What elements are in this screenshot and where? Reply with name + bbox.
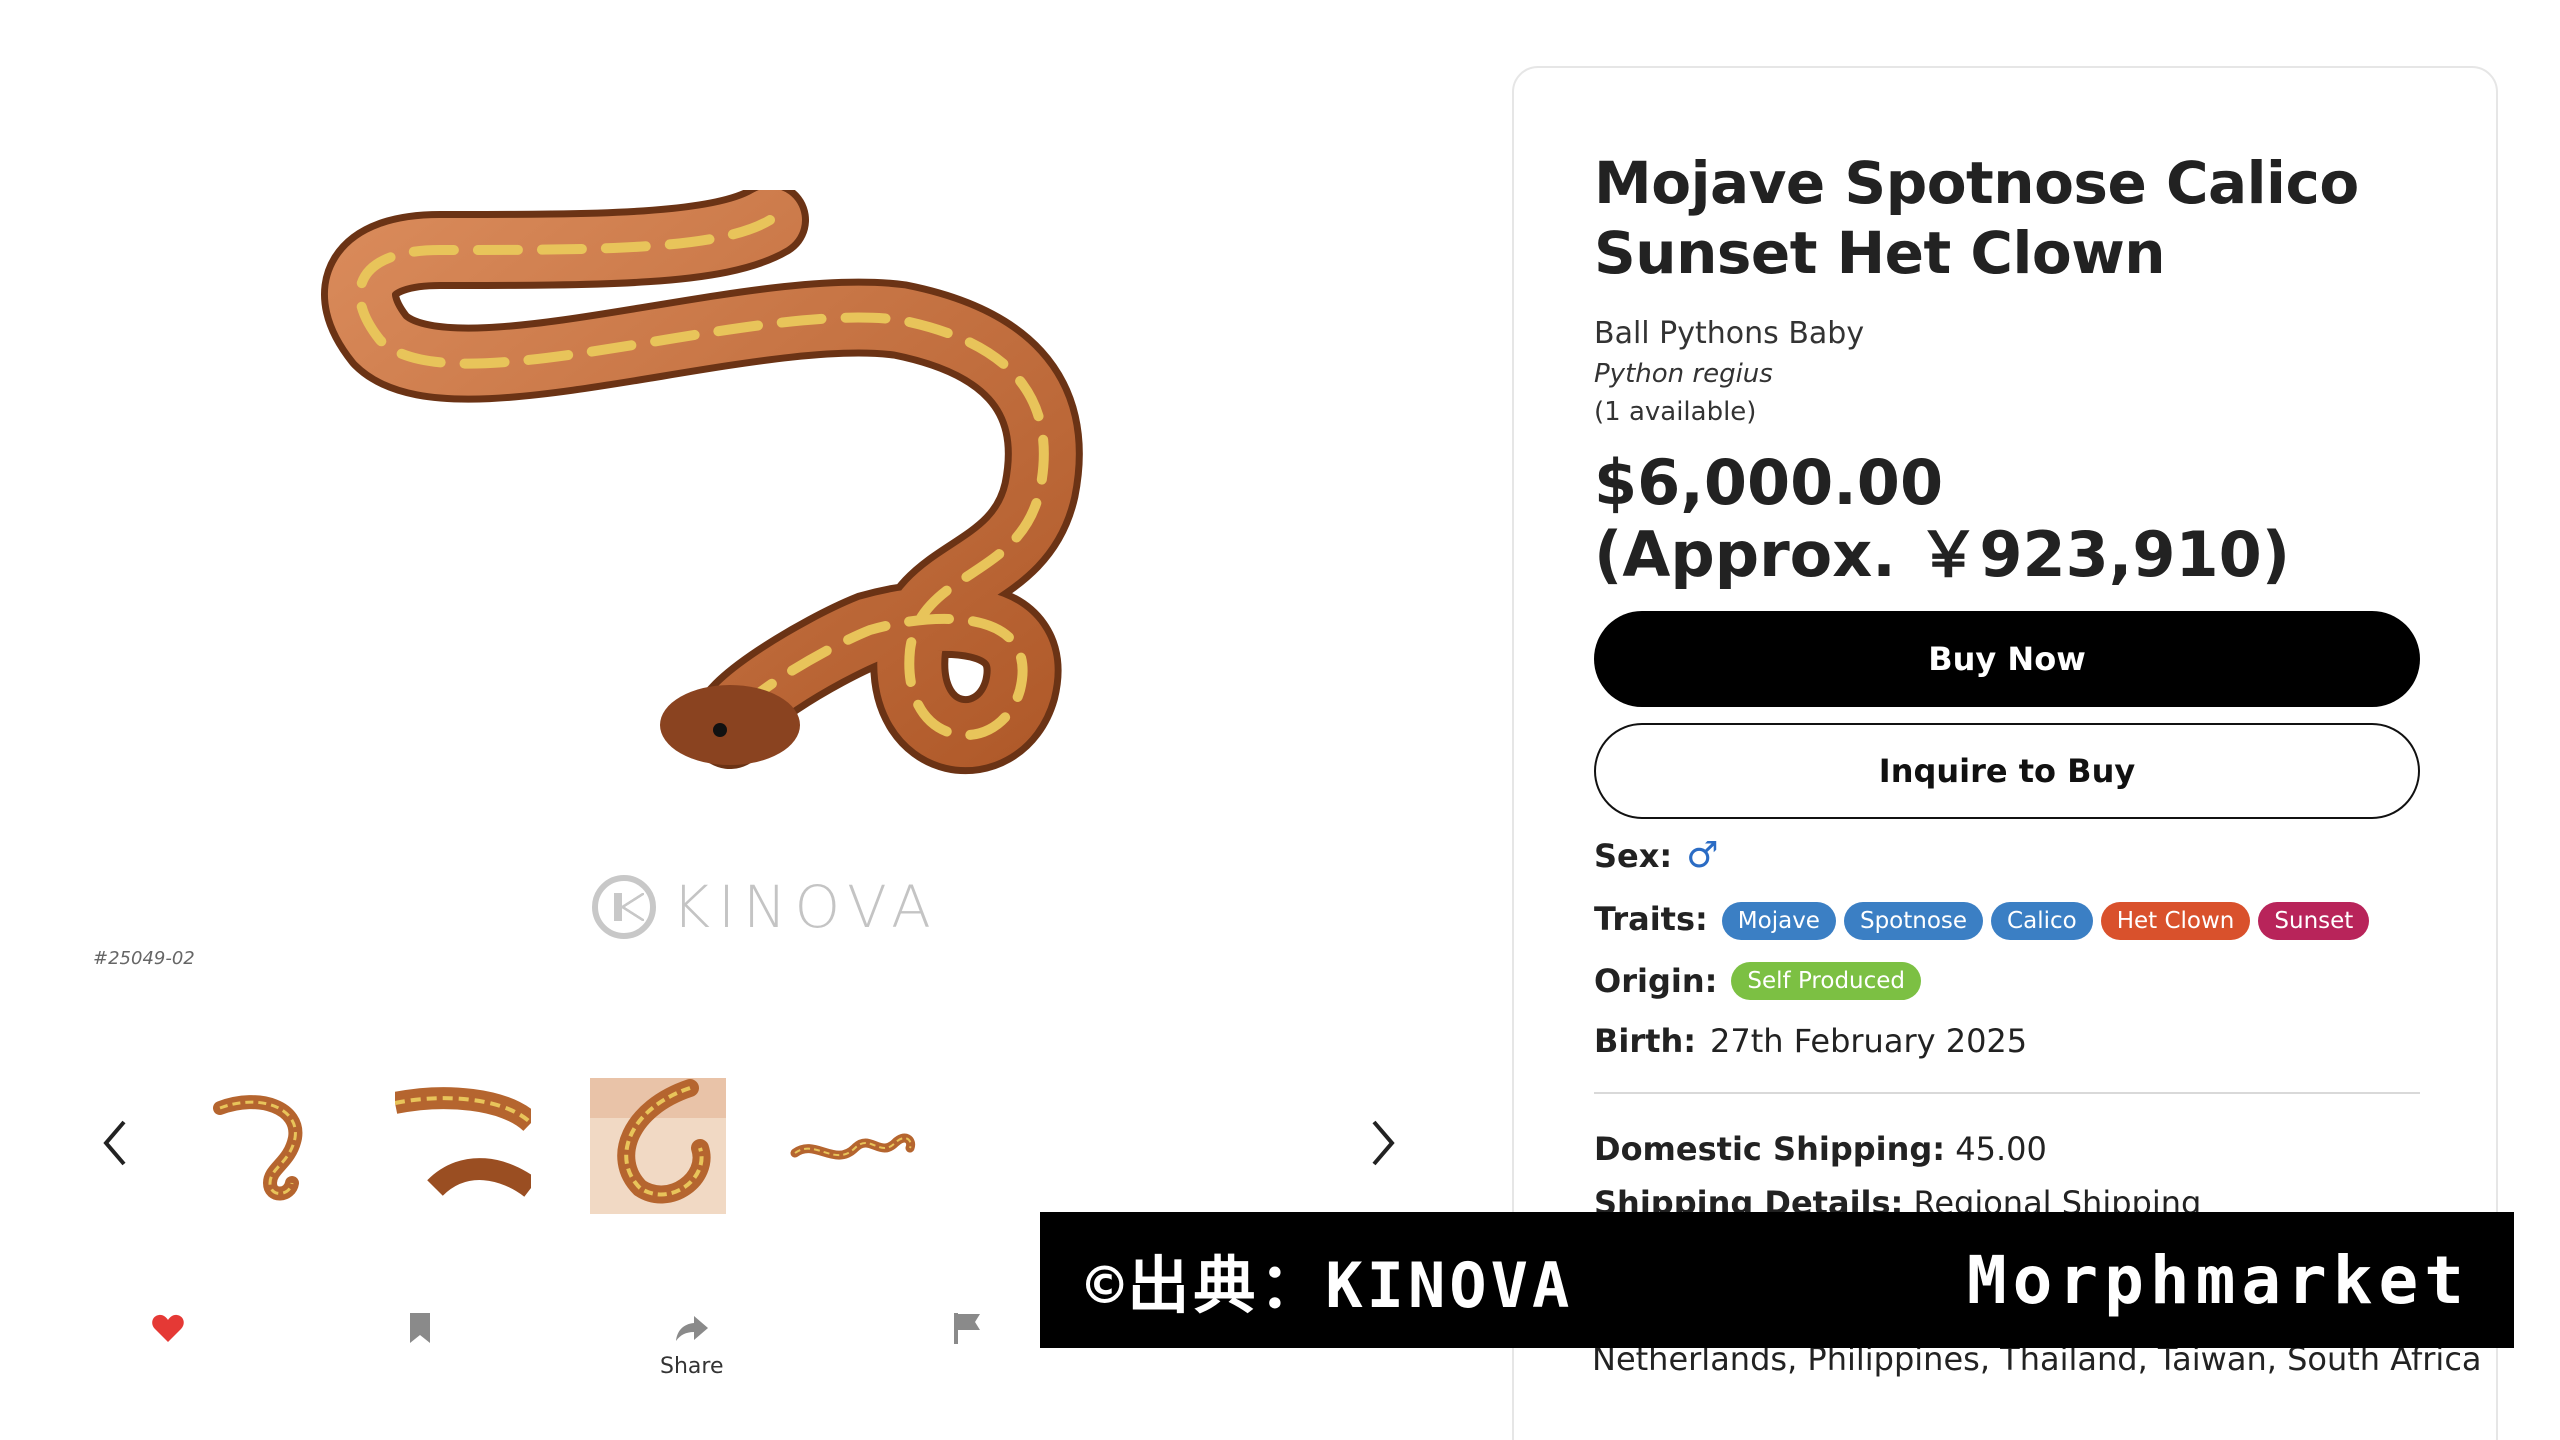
heart-icon xyxy=(152,1314,184,1342)
traits-row: Traits: Mojave Spotnose Calico Het Clown Sun… xyxy=(1594,898,2420,940)
source-banner: ©出典：KINOVA Morphmarket xyxy=(1040,1212,2514,1348)
price-block: $6,000.00 (Approx. ￥923,910) xyxy=(1594,447,2420,591)
price-jpy-approx: (Approx. ￥923,910) xyxy=(1594,518,2291,591)
domestic-shipping-row: Domestic Shipping: 45.00 xyxy=(1594,1130,2420,1168)
kinova-logo-icon xyxy=(592,875,656,939)
watermark-text: KINOVA xyxy=(672,873,939,941)
listing-category: Ball Pythons Baby xyxy=(1594,316,1865,351)
birth-label: Birth: xyxy=(1594,1022,1697,1060)
snake-photo xyxy=(321,181,1083,775)
availability-count: (1 available) xyxy=(1594,397,1757,427)
inquire-to-buy-button[interactable]: Inquire to Buy xyxy=(1594,723,2420,819)
latin-name: Python regius xyxy=(1594,359,1773,389)
thumbnail-1[interactable] xyxy=(200,1078,336,1214)
trait-tag[interactable]: Calico xyxy=(1991,902,2093,940)
origin-row: Origin: Self Produced xyxy=(1594,962,2420,1000)
traits-label: Traits: xyxy=(1594,900,1708,938)
previous-image-button[interactable] xyxy=(90,1108,140,1178)
bookmark-icon xyxy=(410,1313,430,1343)
trait-tag[interactable]: Het Clown xyxy=(2100,902,2251,940)
domestic-shipping-label: Domestic Shipping: xyxy=(1594,1130,1946,1168)
sex-row: Sex: ♂ xyxy=(1594,835,2420,876)
thumbnail-snake-image xyxy=(213,1095,303,1201)
chevron-left-icon xyxy=(103,1120,126,1166)
male-symbol-icon: ♂ xyxy=(1686,835,1719,876)
trait-tag[interactable]: Sunset xyxy=(2258,902,2370,940)
thumbnail-snake-image xyxy=(590,1078,726,1204)
thumbnail-snake-image xyxy=(790,1133,916,1160)
trait-tag[interactable]: Spotnose xyxy=(1843,902,1984,940)
origin-label: Origin: xyxy=(1594,962,1718,1000)
share-icon xyxy=(675,1316,708,1341)
thumbnail-snake-image xyxy=(395,1087,531,1197)
sex-label: Sex: xyxy=(1594,836,1673,875)
thumbnail-2[interactable] xyxy=(395,1078,531,1214)
thumbnail-3[interactable] xyxy=(590,1078,726,1214)
kinova-watermark: KINOVA xyxy=(592,872,939,942)
listing-page: KINOVA #25049-02 Share Mojave Spotnose C… xyxy=(0,0,2560,1440)
origin-tag[interactable]: Self Produced xyxy=(1731,962,1922,1000)
traits-list: Mojave Spotnose Calico Het Clown Sunset xyxy=(1721,898,2378,940)
flag-icon xyxy=(954,1313,980,1344)
price-usd: $6,000.00 xyxy=(1594,446,1944,519)
bookmark-button[interactable] xyxy=(402,1310,438,1346)
birth-row: Birth: 27th February 2025 xyxy=(1594,1022,2420,1060)
section-divider xyxy=(1594,1092,2420,1094)
thumbnail-carousel xyxy=(90,1078,1420,1218)
source-credit: ©出典：KINOVA xyxy=(1086,1249,1574,1322)
next-image-button[interactable] xyxy=(1358,1108,1408,1178)
favorite-button[interactable] xyxy=(150,1310,186,1346)
domestic-shipping-value: 45.00 xyxy=(1955,1130,2047,1168)
site-name: Morphmarket xyxy=(1966,1241,2470,1319)
trait-tag[interactable]: Mojave xyxy=(1721,902,1836,940)
report-button[interactable] xyxy=(950,1310,986,1346)
buy-now-button[interactable]: Buy Now xyxy=(1594,611,2420,707)
share-label: Share xyxy=(660,1354,724,1379)
main-snake-image[interactable] xyxy=(300,181,1200,890)
sku-label: #25049-02 xyxy=(93,948,195,969)
listing-title: Mojave Spotnose Calico Sunset Het Clown xyxy=(1594,149,2359,287)
thumbnail-4[interactable] xyxy=(785,1078,921,1214)
chevron-right-icon xyxy=(1372,1120,1395,1166)
share-button[interactable]: Share xyxy=(660,1310,724,1379)
birth-date: 27th February 2025 xyxy=(1710,1022,2028,1060)
